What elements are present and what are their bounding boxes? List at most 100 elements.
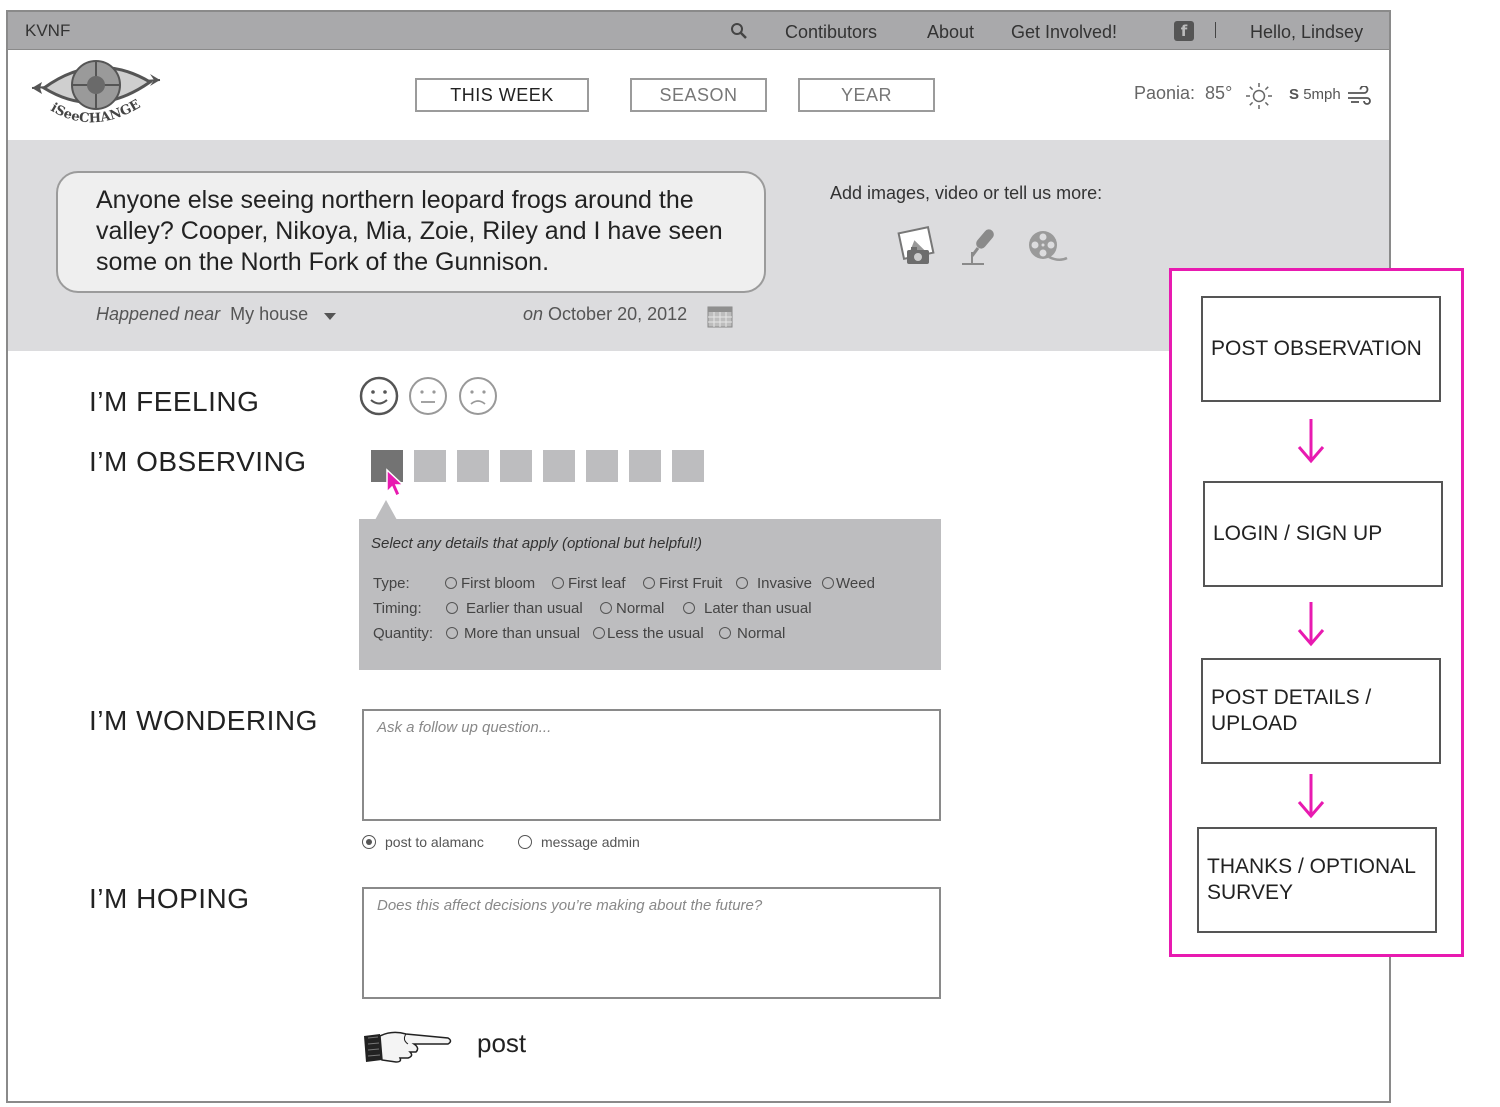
option-label: First Fruit	[659, 575, 723, 592]
location-selector[interactable]: Happened near My house	[96, 304, 308, 325]
arrow-down-icon	[1297, 602, 1325, 647]
brand-name[interactable]: KVNF	[25, 21, 70, 41]
option-label: Less the usual	[607, 625, 704, 642]
nav-divider	[1215, 22, 1216, 38]
timing-option-normal[interactable]: Normal	[600, 600, 664, 617]
cursor-icon	[386, 468, 405, 498]
type-option-first-bloom[interactable]: First bloom	[445, 575, 535, 592]
sad-face-icon[interactable]	[458, 376, 498, 416]
tab-season[interactable]: SEASON	[630, 78, 767, 112]
radio-button[interactable]	[446, 602, 458, 614]
wind-reading: S 5mph	[1289, 86, 1341, 103]
radio-button[interactable]	[719, 627, 731, 639]
facebook-icon[interactable]: f	[1174, 21, 1194, 41]
option-label: post to alamanc	[385, 834, 484, 850]
quantity-option-more[interactable]: More than unsual	[446, 625, 580, 642]
option-label: Normal	[737, 625, 786, 642]
top-nav-bar: KVNF Contibutors About Get Involved! f H…	[8, 12, 1389, 50]
option-label: Later than usual	[704, 600, 812, 617]
flow-step-login: LOGIN / SIGN UP	[1203, 481, 1443, 587]
radio-button[interactable]	[600, 602, 612, 614]
future-decisions-input[interactable]: Does this affect decisions you’re making…	[362, 887, 941, 999]
observation-category-5[interactable]	[543, 450, 575, 482]
option-label: First bloom	[461, 575, 536, 592]
pointing-hand-icon[interactable]	[362, 1026, 454, 1068]
nav-get-involved[interactable]: Get Involved!	[1011, 22, 1117, 43]
type-label: Type:	[373, 575, 410, 592]
happy-face-icon[interactable]	[359, 376, 399, 416]
arrow-down-icon	[1297, 419, 1325, 464]
date-prefix: on	[523, 304, 544, 324]
feeling-heading: I’M FEELING	[89, 386, 260, 417]
nav-contributors[interactable]: Contibutors	[785, 22, 877, 43]
chevron-down-icon[interactable]	[324, 313, 336, 320]
observation-category-8[interactable]	[672, 450, 704, 482]
observation-category-7[interactable]	[629, 450, 661, 482]
iseechange-logo[interactable]: iSeeCHANGE	[30, 58, 164, 134]
date-display: on October 20, 2012	[523, 304, 687, 325]
option-label: More than unsual	[464, 625, 580, 642]
arrow-down-icon	[1297, 774, 1325, 819]
radio-button[interactable]	[683, 602, 695, 614]
observing-heading: I’M OBSERVING	[89, 446, 307, 477]
calendar-icon[interactable]	[707, 304, 733, 328]
option-label: Weed	[836, 575, 875, 592]
radio-button[interactable]	[643, 577, 655, 589]
tab-year[interactable]: YEAR	[798, 78, 935, 112]
timing-option-later[interactable]: Later than usual	[683, 600, 812, 617]
neutral-face-icon[interactable]	[408, 376, 448, 416]
type-option-first-leaf[interactable]: First leaf	[552, 575, 626, 592]
type-option-weed[interactable]: Weed	[822, 575, 875, 592]
type-option-invasive[interactable]: Invasive	[736, 575, 812, 592]
flow-step-post-details: POST DETAILS / UPLOAD	[1201, 658, 1441, 764]
radio-button[interactable]	[822, 577, 834, 589]
message-admin-option[interactable]: message admin	[518, 834, 640, 850]
option-label: message admin	[541, 834, 640, 850]
observation-category-2[interactable]	[414, 450, 446, 482]
film-reel-icon[interactable]	[1025, 228, 1069, 264]
details-intro: Select any details that apply (optional …	[371, 535, 703, 552]
location-value[interactable]: My house	[230, 304, 308, 324]
timing-option-earlier[interactable]: Earlier than usual	[446, 600, 583, 617]
observation-category-3[interactable]	[457, 450, 489, 482]
option-label: Invasive	[757, 575, 813, 592]
hoping-heading: I’M HOPING	[89, 883, 250, 914]
type-option-first-fruit[interactable]: First Fruit	[643, 575, 722, 592]
camera-icon[interactable]	[895, 224, 939, 266]
nav-about[interactable]: About	[927, 22, 974, 43]
post-button[interactable]: post	[477, 1028, 526, 1059]
microphone-icon[interactable]	[958, 226, 1002, 266]
quantity-option-less[interactable]: Less the usual	[593, 625, 704, 642]
wind-speed: 5mph	[1303, 86, 1341, 103]
details-pointer	[375, 500, 397, 520]
happened-near-label: Happened near	[96, 304, 221, 324]
timing-label: Timing:	[373, 600, 422, 617]
radio-button[interactable]	[593, 627, 605, 639]
flow-step-thanks-survey: THANKS / OPTIONAL SURVEY	[1197, 827, 1437, 933]
observation-category-6[interactable]	[586, 450, 618, 482]
tab-this-week[interactable]: THIS WEEK	[415, 78, 589, 112]
follow-up-question-input[interactable]: Ask a follow up question...	[362, 709, 941, 821]
radio-button[interactable]	[445, 577, 457, 589]
weather-temperature: Paonia: 85°	[1134, 83, 1233, 103]
observation-text[interactable]: Anyone else seeing northern leopard frog…	[56, 171, 766, 293]
radio-button[interactable]	[736, 577, 748, 589]
quantity-label: Quantity:	[373, 625, 434, 642]
radio-button[interactable]	[518, 835, 532, 849]
radio-button[interactable]	[446, 627, 458, 639]
date-value[interactable]: October 20, 2012	[548, 304, 687, 324]
radio-button[interactable]	[362, 835, 376, 849]
radio-button[interactable]	[552, 577, 564, 589]
search-icon[interactable]	[730, 22, 748, 40]
quantity-option-normal[interactable]: Normal	[719, 625, 785, 642]
option-label: Normal	[616, 600, 665, 617]
option-label: First leaf	[568, 575, 626, 592]
user-greeting[interactable]: Hello, Lindsey	[1250, 22, 1363, 43]
sun-icon	[1246, 83, 1272, 109]
wind-icon	[1348, 86, 1371, 105]
details-panel: Select any details that apply (optional …	[359, 519, 941, 670]
wondering-heading: I’M WONDERING	[89, 705, 318, 736]
observation-category-4[interactable]	[500, 450, 532, 482]
wind-direction: S	[1289, 86, 1300, 103]
post-to-almanac-option[interactable]: post to alamanc	[362, 834, 484, 850]
